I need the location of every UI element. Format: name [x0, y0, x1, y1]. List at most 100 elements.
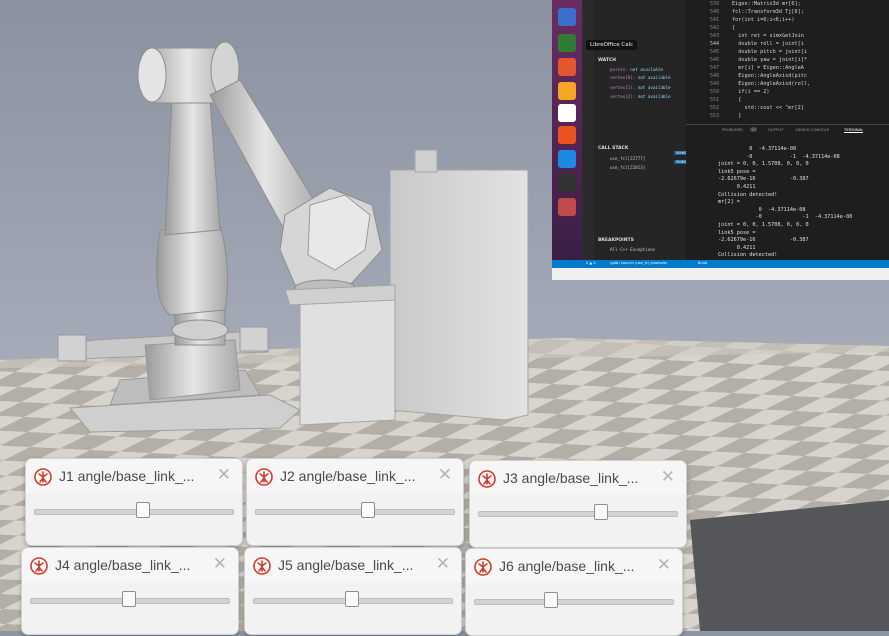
- code-line: Eigen::Matrix3d mr[6];: [732, 1, 801, 7]
- joint-slider-window-j2: J2 angle/base_link_... ✕: [246, 458, 464, 546]
- tab-output: OUTPUT: [768, 127, 784, 132]
- terminal-line: 0 -4.37114e-08: [718, 206, 806, 213]
- terminal-line: -0 -1 -4.37114e-08: [718, 214, 853, 221]
- code-line: double roll = joint[i: [732, 41, 804, 47]
- coppeliasim-logo-icon: [478, 470, 496, 488]
- slider-handle[interactable]: [345, 591, 359, 607]
- tab-debug-console: DEBUG CONSOLE: [796, 127, 830, 132]
- close-icon[interactable]: ✕: [436, 554, 450, 574]
- terminal-line: -2.62679e-16 -0.387: [718, 176, 809, 183]
- window-titlebar[interactable]: J3 angle/base_link_... ✕: [470, 461, 686, 495]
- code-line: {: [732, 25, 736, 31]
- tab-problems: PROBLEMS: [722, 127, 743, 132]
- watch-section-header: WATCH: [598, 58, 617, 63]
- tab-terminal: TERMINAL: [844, 127, 864, 133]
- code-line: Eigen::AngleAxisd(roll,: [732, 81, 811, 87]
- terminal-line: 0.4211: [718, 244, 756, 251]
- window-titlebar[interactable]: J1 angle/base_link_... ✕: [26, 459, 242, 493]
- line-number: 549: [710, 81, 720, 87]
- close-icon[interactable]: ✕: [438, 465, 452, 485]
- window-titlebar[interactable]: J2 angle/base_link_... ✕: [247, 459, 463, 493]
- software-center-icon: [558, 82, 576, 100]
- slider-track[interactable]: [255, 509, 455, 515]
- window-title: J1 angle/base_link_...: [59, 468, 195, 484]
- close-icon[interactable]: ✕: [217, 465, 231, 485]
- close-icon[interactable]: ✕: [657, 555, 671, 575]
- terminal-line: 0 -4.37114e-08: [718, 146, 797, 152]
- code-line: Eigen::AngleAxisd(pitc: [732, 73, 807, 79]
- watch-item: vertex[0]: not available: [610, 75, 671, 80]
- line-number: 540: [710, 9, 720, 15]
- terminal-line: -2.62679e-16 -0.387: [718, 237, 809, 244]
- joint-slider-window-j1: J1 angle/base_link_... ✕: [25, 458, 243, 546]
- slider-track[interactable]: [478, 511, 678, 517]
- screenshot-bottom-edge: [552, 268, 889, 280]
- watch-item: vertex[2]: not available: [610, 94, 671, 99]
- terminal-line: joint = 0, 0, 1.5708, 0, 0, 0: [718, 161, 809, 168]
- terminal-line: -0 -1 -4.37114e-08: [718, 153, 840, 160]
- coppeliasim-logo-icon: [30, 557, 48, 575]
- breakpoints-header: BREAKPOINTS: [598, 238, 634, 243]
- window-title: J4 angle/base_link_...: [55, 557, 191, 573]
- code-line: mr[i] = Eigen::AngleA: [732, 65, 804, 71]
- window-titlebar[interactable]: J4 angle/base_link_... ✕: [22, 548, 238, 582]
- slider-handle[interactable]: [136, 502, 150, 518]
- line-number: 550: [710, 89, 720, 95]
- slider-handle[interactable]: [544, 592, 558, 608]
- terminal-line: joint = 0, 0, 1.5708, 0, 0, 0: [718, 222, 809, 228]
- slider-track[interactable]: [474, 599, 674, 605]
- slider-handle[interactable]: [594, 504, 608, 520]
- libreoffice-impress-icon: [558, 58, 576, 76]
- close-icon[interactable]: ✕: [213, 554, 227, 574]
- line-number: 539: [710, 1, 720, 7]
- coppeliasim-logo-icon: [474, 558, 492, 576]
- code-line: int ret = simxGetJoin: [732, 33, 804, 39]
- status-launch: (gdb) Launch (use_fcl_example): [610, 261, 668, 265]
- joint-slider-window-j6: J6 angle/base_link_... ✕: [465, 548, 683, 636]
- line-number: 544: [710, 41, 720, 47]
- amazon-icon: [558, 104, 576, 122]
- line-number: 542: [710, 25, 720, 31]
- watch-item: vertex[1]: not available: [610, 85, 671, 90]
- ubuntu-dock: [552, 0, 582, 260]
- terminal-line: link5 pose =: [718, 168, 756, 175]
- slider-track[interactable]: [34, 509, 234, 515]
- breakpoint-item: All C++ Exceptions: [610, 247, 656, 252]
- app-icon: [558, 198, 576, 216]
- terminal-line: Collision detected!: [718, 191, 778, 198]
- slider-handle[interactable]: [361, 502, 375, 518]
- window-title: J2 angle/base_link_...: [280, 468, 416, 484]
- call-stack-header: CALL STACK: [598, 146, 629, 151]
- code-line: if(i == 2): [732, 89, 770, 95]
- line-number: 541: [710, 17, 720, 23]
- watch-item: points: not available: [610, 67, 663, 72]
- coppeliasim-logo-icon: [34, 468, 52, 486]
- line-number: 547: [710, 65, 720, 71]
- window-titlebar[interactable]: J6 angle/base_link_... ✕: [466, 549, 682, 583]
- terminal-line: link5 pose =: [718, 229, 756, 236]
- vscode-icon: [558, 150, 576, 168]
- files-app-icon: [558, 8, 576, 26]
- call-stack-item: use_fcl[22813]: [610, 165, 646, 170]
- libreoffice-calc-icon: [558, 34, 576, 52]
- line-number: 545: [710, 49, 720, 55]
- coppeliasim-logo-icon: [255, 468, 273, 486]
- code-line: fcl::Transform3d Tj[6];: [732, 9, 804, 15]
- close-icon[interactable]: ✕: [661, 467, 675, 487]
- line-number: 553: [710, 113, 720, 119]
- help-icon: [558, 126, 576, 144]
- window-titlebar[interactable]: J5 angle/base_link_... ✕: [245, 548, 461, 582]
- status-problems: 0 ▲ 0: [586, 261, 596, 265]
- joint-slider-window-j5: J5 angle/base_link_... ✕: [244, 547, 462, 635]
- slider-handle[interactable]: [122, 591, 136, 607]
- line-number: 552: [710, 105, 720, 111]
- window-title: J3 angle/base_link_...: [503, 470, 639, 486]
- call-stack-item: use_fcl[22777]: [610, 156, 646, 161]
- code-line: double pitch = joint[i: [732, 49, 807, 55]
- window-title: J5 angle/base_link_...: [278, 557, 414, 573]
- status-build: Build: [698, 261, 708, 265]
- terminal-line: Collision detected!: [718, 252, 778, 259]
- code-line: std::cout << "mr[2]: [732, 105, 804, 111]
- code-line: for(int i=0;i<6;i++): [732, 17, 795, 23]
- line-number: 543: [710, 33, 720, 39]
